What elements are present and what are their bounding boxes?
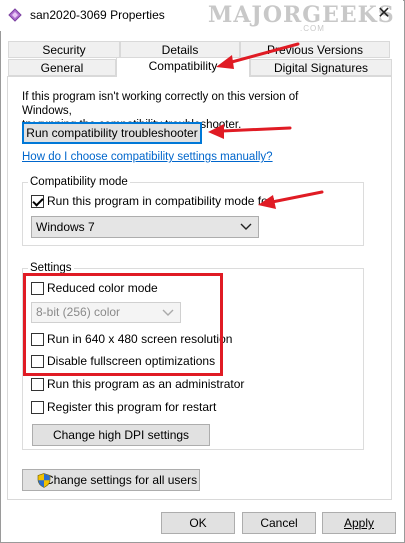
arrow-to-compat-tab xyxy=(226,42,300,65)
arrow-head-compat-tab xyxy=(216,55,234,69)
annotation-arrows xyxy=(208,42,324,209)
arrow-head-compat-checkbox xyxy=(258,195,276,209)
arrow-to-compat-checkbox xyxy=(270,190,324,204)
arrow-head-troubleshooter xyxy=(208,124,224,139)
arrow-to-troubleshooter xyxy=(220,126,292,133)
